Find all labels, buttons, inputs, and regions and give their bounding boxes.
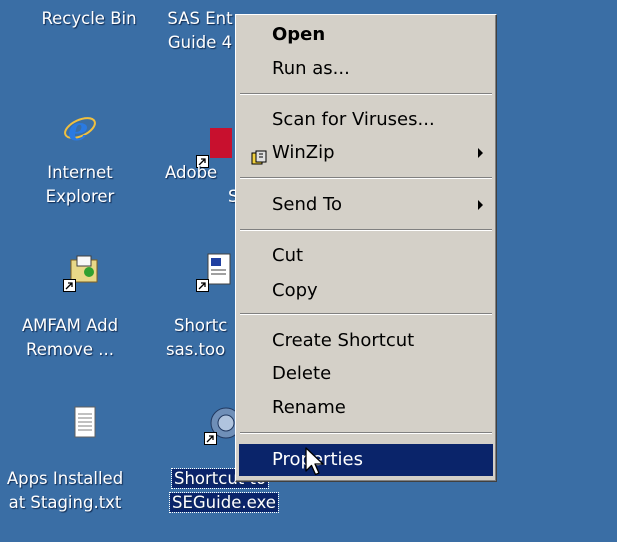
shortcut-arrow-icon — [196, 279, 209, 292]
shortcut-arrow-icon — [63, 279, 76, 292]
menu-item-properties[interactable]: Properties — [239, 444, 493, 476]
menu-item-rename[interactable]: Rename — [239, 392, 493, 424]
context-menu: Open Run as... Scan for Viruses... WinZi… — [235, 14, 497, 482]
internet-explorer-icon: e — [62, 110, 98, 148]
shortcut-arrow-icon — [204, 432, 217, 445]
menu-separator — [240, 229, 492, 231]
icon-label-line1: Internet — [47, 163, 113, 182]
menu-item-copy[interactable]: Copy — [239, 275, 493, 307]
desktop: Recycle Bin SAS Ent Guide 4 e Internet E… — [0, 0, 617, 542]
icon-label-line1: AMFAM Add — [21, 316, 119, 335]
menu-item-label: Send To — [272, 194, 343, 215]
menu-separator — [240, 313, 492, 315]
menu-item-scan-for-viruses[interactable]: Scan for Viruses... — [239, 104, 493, 136]
menu-item-send-to[interactable]: Send To — [239, 189, 493, 221]
icon-label-line1: Apps Installed — [6, 469, 124, 488]
menu-item-label: WinZip — [272, 142, 335, 163]
winzip-icon — [251, 145, 267, 165]
mouse-cursor-icon — [305, 447, 327, 481]
menu-item-run-as[interactable]: Run as... — [239, 53, 493, 85]
selected-label-text: SEGuide.exe — [169, 492, 279, 513]
adobe-icon — [196, 128, 236, 168]
icon-label-line2: Remove ... — [26, 340, 114, 359]
menu-separator — [240, 177, 492, 179]
text-file-icon — [67, 405, 103, 441]
submenu-arrow-icon — [478, 148, 483, 158]
menu-separator — [240, 93, 492, 95]
icon-label-line2: SEGuide.exe — [169, 491, 279, 515]
icon-label-line2: Explorer — [45, 187, 115, 206]
menu-separator — [240, 432, 492, 434]
document-icon — [196, 252, 236, 292]
menu-item-open[interactable]: Open — [239, 19, 493, 51]
menu-item-cut[interactable]: Cut — [239, 240, 493, 272]
menu-item-delete[interactable]: Delete — [239, 358, 493, 390]
menu-item-winzip[interactable]: WinZip — [239, 137, 493, 169]
menu-item-create-shortcut[interactable]: Create Shortcut — [239, 325, 493, 357]
icon-label-line2: at Staging.txt — [8, 493, 122, 512]
control-panel-icon — [63, 252, 103, 292]
svg-text:e: e — [68, 110, 88, 146]
icon-label: Recycle Bin — [41, 9, 137, 28]
submenu-arrow-icon — [478, 200, 483, 210]
